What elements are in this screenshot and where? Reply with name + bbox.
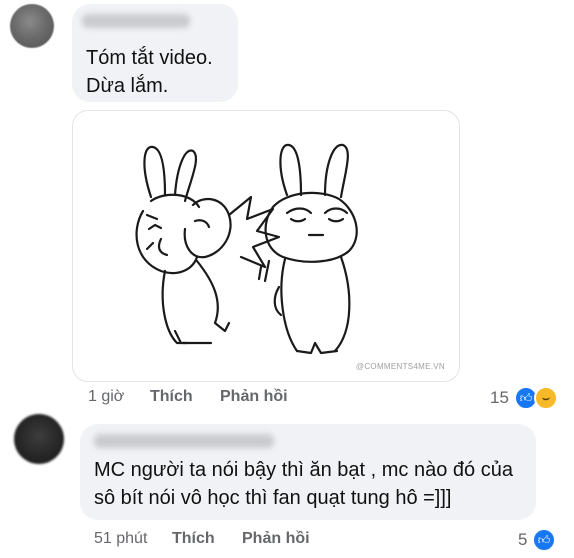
haha-icon[interactable]: ⌣ <box>534 386 558 410</box>
image-watermark: @COMMENTS4ME.VN <box>355 362 445 371</box>
like-icon[interactable]: 👍︎ <box>532 528 556 552</box>
comment-text: Tóm tắt video. Dừa lắm. <box>86 44 236 100</box>
comment-time[interactable]: 51 phút <box>94 530 147 548</box>
comment-text-line: MC người ta nói bậy thì ăn bạt , mc nào … <box>94 459 513 481</box>
commenter-name-redacted[interactable] <box>82 14 190 28</box>
like-button[interactable]: Thích <box>150 388 193 406</box>
comment-text: MC người ta nói bậy thì ăn bạt , mc nào … <box>94 456 534 512</box>
avatar[interactable] <box>14 414 64 464</box>
comment-text-line: Dừa lắm. <box>86 75 169 97</box>
avatar[interactable] <box>10 4 54 48</box>
commenter-name-redacted[interactable] <box>94 434 274 448</box>
reaction-count[interactable]: 15 <box>490 388 509 408</box>
comment-time[interactable]: 1 giờ <box>88 388 124 406</box>
reply-button[interactable]: Phản hồi <box>220 388 288 406</box>
meme-illustration <box>135 143 358 355</box>
comment-text-line: Tóm tắt video. <box>86 47 213 69</box>
reply-button[interactable]: Phản hồi <box>242 530 310 548</box>
comment-image[interactable]: @COMMENTS4ME.VN <box>72 110 460 382</box>
comment-text-line: sô bít nói vô học thì fan quạt tung hô =… <box>94 487 452 509</box>
like-button[interactable]: Thích <box>172 530 215 548</box>
reaction-count[interactable]: 5 <box>518 530 527 550</box>
